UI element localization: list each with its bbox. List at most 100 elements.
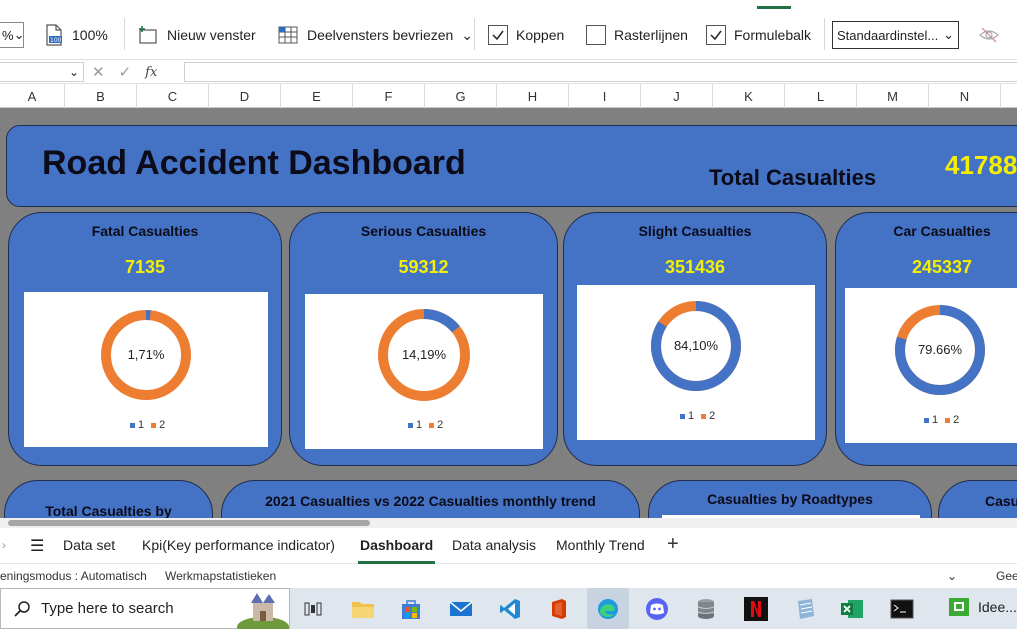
office-icon[interactable]: [545, 595, 573, 623]
sheet-view-value: Standaardinstel...: [837, 27, 939, 43]
database-icon[interactable]: [692, 595, 720, 623]
legend-item: 1: [130, 419, 144, 431]
column-header[interactable]: C: [137, 84, 209, 108]
headings-checkbox[interactable]: Koppen: [488, 22, 564, 48]
column-header[interactable]: J: [641, 84, 713, 108]
chevron-down-icon[interactable]: ⌄: [947, 569, 957, 583]
name-box[interactable]: ⌄: [0, 62, 84, 82]
column-header[interactable]: E: [281, 84, 353, 108]
status-bar: eningsmodus : Automatisch Werkmapstatist…: [0, 564, 1017, 588]
kpi-card-value: 351436: [664, 257, 726, 277]
freeze-panes-button[interactable]: Deelvensters bevriezen ⌄: [277, 22, 473, 48]
function-icon[interactable]: fx: [145, 65, 157, 80]
column-header[interactable]: H: [497, 84, 569, 108]
excel-icon[interactable]: [838, 595, 866, 623]
ideas-app[interactable]: Idee...: [948, 597, 1017, 617]
legend-label: 1: [416, 419, 423, 431]
sheet-view-select[interactable]: Standaardinstel... ⌄: [832, 21, 959, 49]
horizontal-scrollbar[interactable]: [0, 518, 1017, 528]
confirm-icon[interactable]: ✓: [119, 63, 132, 81]
bottom-card-roadtypes: Casualties by Roadtypes: [648, 480, 932, 518]
legend-item: 2: [429, 419, 443, 431]
column-header[interactable]: I: [569, 84, 641, 108]
column-header[interactable]: M: [857, 84, 929, 108]
checkmark-icon: [492, 30, 504, 41]
legend-label: 1: [932, 414, 939, 426]
zoom-select-value: %: [2, 27, 14, 43]
zoom-100-button[interactable]: 100 100%: [44, 22, 108, 48]
taskbar-search[interactable]: Type here to search: [0, 588, 290, 629]
terminal-icon[interactable]: [888, 595, 916, 623]
column-headers: ABCDEFGHIJKLMN: [0, 84, 1017, 108]
column-header[interactable]: A: [0, 84, 65, 108]
donut-chart[interactable]: 84,10% 1 2: [577, 285, 815, 440]
tab-data-analysis[interactable]: Data analysis: [452, 537, 536, 553]
ribbon-separator: [474, 18, 475, 50]
headings-label: Koppen: [516, 27, 565, 43]
chevron-down-icon: ⌄: [13, 27, 25, 42]
mail-icon[interactable]: [447, 595, 475, 623]
file-explorer-icon[interactable]: [349, 595, 377, 623]
formula-input[interactable]: [184, 62, 1017, 82]
kpi-card: Car Casualties 245337 79.66% 1 2: [835, 212, 1017, 466]
all-sheets-menu-icon[interactable]: ☰: [30, 536, 44, 556]
cancel-icon[interactable]: ✕: [92, 63, 105, 81]
scrollbar-thumb[interactable]: [8, 520, 370, 526]
chevron-down-icon: ⌄: [943, 27, 954, 42]
donut-chart[interactable]: 79.66% 1 2: [845, 288, 1017, 443]
legend-swatch: [130, 423, 135, 428]
bottom-card-title: Casu: [985, 493, 1017, 509]
donut-chart[interactable]: 1,71% 1 2: [24, 292, 268, 447]
netflix-icon[interactable]: [742, 595, 770, 623]
notes-icon[interactable]: [791, 595, 819, 623]
checkbox-checked[interactable]: [488, 25, 508, 45]
checkbox-unchecked[interactable]: [586, 25, 606, 45]
calculation-mode[interactable]: eningsmodus : Automatisch: [0, 569, 147, 583]
bottom-card-casualties-by: Total Casualties by: [4, 480, 213, 518]
column-header[interactable]: D: [209, 84, 281, 108]
gridlines-checkbox[interactable]: Rasterlijnen: [586, 22, 688, 48]
bottom-card-title: Total Casualties by: [45, 503, 172, 518]
tab-data-set[interactable]: Data set: [63, 537, 115, 553]
legend-swatch: [945, 418, 951, 423]
dashboard-sheet: Road Accident Dashboard Total Casualties…: [0, 108, 1017, 518]
hide-view-button[interactable]: [978, 22, 1000, 48]
kpi-card-value: 7135: [124, 257, 166, 277]
donut-percentage-label: 84,10%: [673, 338, 719, 353]
donut-percentage-label: 1,71%: [127, 347, 165, 362]
checkbox-checked[interactable]: [706, 25, 726, 45]
kpi-card-value: 59312: [398, 257, 449, 277]
search-placeholder: Type here to search: [41, 600, 174, 617]
tab-kpi[interactable]: Kpi(Key performance indicator): [142, 537, 335, 553]
tab-monthly-trend[interactable]: Monthly Trend: [556, 537, 645, 553]
column-header[interactable]: B: [65, 84, 137, 108]
kpi-card-value: 245337: [911, 257, 973, 277]
legend-label: 1: [688, 410, 695, 422]
legend-swatch: [429, 423, 435, 428]
discord-icon[interactable]: [643, 595, 671, 623]
column-header[interactable]: G: [425, 84, 497, 108]
new-window-button[interactable]: Nieuw venster: [137, 22, 256, 48]
donut-percentage-label: 14,19%: [401, 347, 447, 362]
column-header[interactable]: K: [713, 84, 785, 108]
legend-label: 2: [437, 419, 444, 431]
tab-dashboard[interactable]: Dashboard: [357, 537, 436, 564]
total-casualties-label: Total Casualties: [709, 165, 877, 190]
edge-icon[interactable]: [587, 588, 629, 629]
task-view-icon[interactable]: [299, 595, 327, 623]
taskbar: Type here to search Idee...: [0, 588, 1017, 629]
column-header[interactable]: N: [929, 84, 1001, 108]
donut-chart[interactable]: 14,19% 1 2: [305, 294, 543, 449]
zoom-select[interactable]: % ⌄: [0, 22, 24, 48]
chart-legend: 12: [680, 410, 715, 422]
column-header[interactable]: L: [785, 84, 857, 108]
add-sheet-button[interactable]: +: [667, 533, 679, 556]
legend-swatch: [701, 414, 707, 419]
microsoft-store-icon[interactable]: [397, 595, 425, 623]
workbook-statistics[interactable]: Werkmapstatistieken: [165, 569, 276, 583]
gridlines-label: Rasterlijnen: [614, 27, 688, 43]
formula-bar-checkbox[interactable]: Formulebalk: [706, 22, 811, 48]
tab-scroll-right-icon[interactable]: ›: [2, 538, 6, 552]
vscode-icon[interactable]: [496, 595, 524, 623]
column-header[interactable]: F: [353, 84, 425, 108]
